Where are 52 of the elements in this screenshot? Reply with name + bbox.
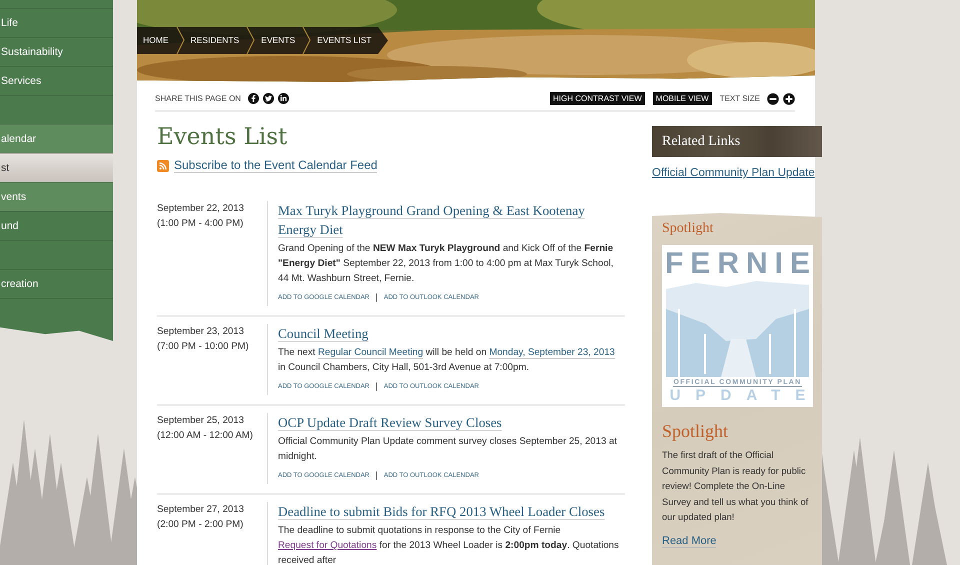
minus-icon[interactable] bbox=[767, 92, 779, 104]
related-links-header: Related Links bbox=[652, 126, 822, 157]
sidebar-item[interactable]: Life bbox=[0, 8, 113, 37]
inline-link[interactable]: Monday, September 23, 2013 bbox=[489, 347, 615, 359]
inline-link[interactable]: Regular Council Meeting bbox=[318, 347, 424, 359]
plus-icon[interactable] bbox=[783, 92, 795, 104]
feed-link[interactable]: Subscribe to the Event Calendar Feed bbox=[174, 158, 378, 173]
event-description: The deadline to submit quotations in response to the City of Fernie Request for Quotations for the 2013 Wheel Loader is 2:00pm today. Quotations received after bbox=[278, 524, 620, 565]
sidebar-item[interactable]: Services bbox=[0, 66, 113, 95]
event-title[interactable]: Max Turyk Playground Grand Opening & East Kootenay Energy Diet bbox=[278, 201, 625, 239]
spotlight-heading: Spotlight bbox=[662, 421, 730, 442]
arrow-end-icon bbox=[378, 27, 388, 54]
event-description: Official Community Plan Update comment survey closes September 25, 2013 at midnight. bbox=[278, 435, 618, 464]
event-date: September 27, 2013 bbox=[157, 503, 245, 517]
event-title[interactable]: Council Meeting bbox=[278, 324, 625, 343]
linkedin-icon[interactable] bbox=[278, 93, 289, 104]
page-title: Events List bbox=[157, 124, 288, 150]
share-label: SHARE THIS PAGE ON bbox=[155, 94, 241, 103]
sidebar-item[interactable]: vents bbox=[0, 182, 113, 211]
breadcrumb-link[interactable]: HOME bbox=[137, 27, 174, 54]
spotlight-text: The first draft of the Official Community Plan is ready for public review! Complete the On-Line Survey and tell us what you think of our updated plan! bbox=[662, 449, 810, 524]
separator: | bbox=[376, 292, 378, 302]
view-button[interactable]: MOBILE VIEW bbox=[652, 92, 712, 105]
inline-link[interactable]: Request for Quotations bbox=[278, 540, 377, 551]
text-size-label: TEXT SIZE bbox=[720, 94, 760, 103]
event-title[interactable]: OCP Update Draft Review Survey Closes bbox=[278, 413, 625, 432]
view-button[interactable]: HIGH CONTRAST VIEW bbox=[550, 92, 645, 105]
sidebar-item[interactable]: alendar bbox=[0, 124, 113, 153]
event-time: (12:00 AM - 12:00 AM) bbox=[157, 429, 254, 443]
event-time: (2:00 PM - 2:00 PM) bbox=[157, 518, 244, 532]
separator: | bbox=[376, 381, 378, 391]
related-link[interactable]: Official Community Plan Update bbox=[652, 167, 822, 179]
sidebar-item[interactable]: Sustainability bbox=[0, 37, 113, 66]
spotlight-title: Spotlight bbox=[662, 221, 714, 237]
twitter-icon[interactable] bbox=[262, 93, 274, 104]
event-time: (7:00 PM - 10:00 PM) bbox=[157, 340, 250, 354]
sidebar-item[interactable]: und bbox=[0, 211, 113, 240]
event-time: (1:00 PM - 4:00 PM) bbox=[157, 217, 244, 231]
breadcrumb-link[interactable]: RESIDENTS bbox=[184, 27, 246, 54]
read-more-link[interactable]: Read More bbox=[662, 534, 716, 548]
event-date: September 23, 2013 bbox=[157, 325, 245, 339]
event-date: September 25, 2013 bbox=[157, 414, 245, 428]
event-date: September 22, 2013 bbox=[157, 202, 245, 216]
sidebar-item[interactable]: st bbox=[0, 153, 113, 182]
event-description: Grand Opening of the NEW Max Turyk Playground and Kick Off of the Fernie "Energy Diet" September 22, 2013 from 1:00 to 4:00 pm at Max Turyk School, 44 Mt. Washburn Street, Fernie. bbox=[278, 242, 614, 286]
sidebar-item[interactable]: creation bbox=[0, 269, 113, 298]
event-description: The next Regular Council Meeting will be held on Monday, September 23, 2013 in Council Chambers, City Hall, 501-3rd Avenue at 7:00pm. bbox=[278, 346, 616, 375]
chevron-icon bbox=[174, 27, 184, 54]
facebook-icon[interactable] bbox=[248, 93, 259, 104]
breadcrumb-link[interactable]: EVENTS bbox=[255, 27, 302, 54]
event-title[interactable]: Deadline to submit Bids for RFQ 2013 Wheel Loader Closes bbox=[278, 502, 625, 521]
separator: | bbox=[376, 470, 378, 480]
